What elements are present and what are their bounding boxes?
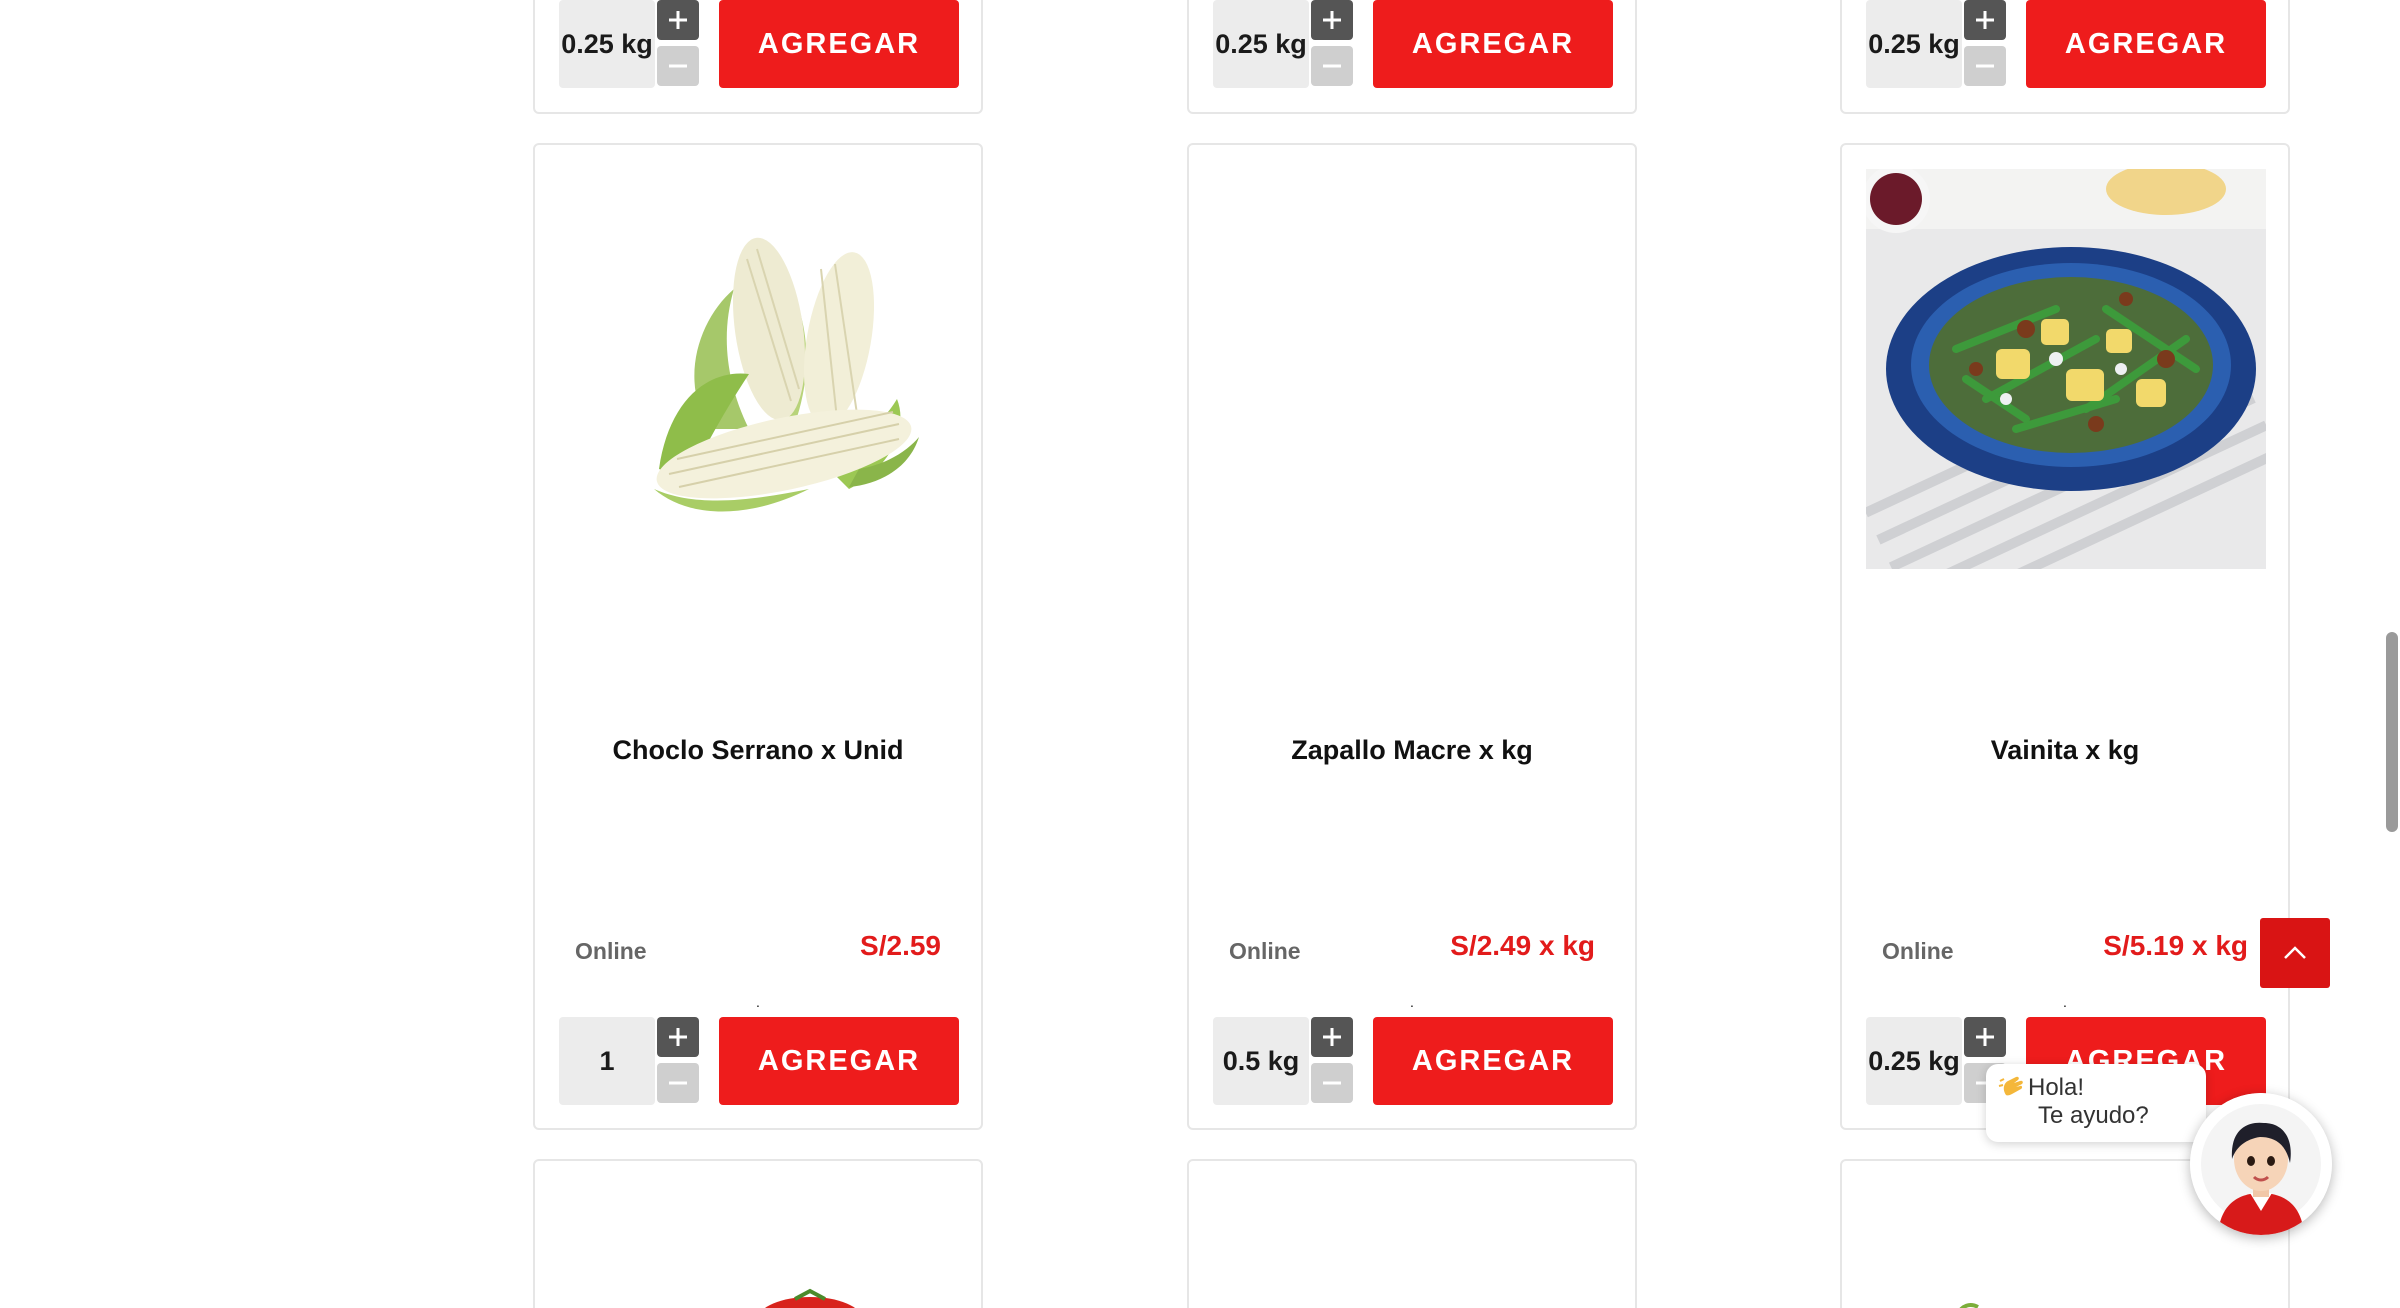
product-name[interactable]: Vainita x kg bbox=[1842, 735, 2288, 766]
assistant-avatar-icon bbox=[2190, 1093, 2332, 1235]
quantity-value[interactable]: 0.25 kg bbox=[1866, 1017, 1962, 1105]
scrollbar-thumb[interactable] bbox=[2386, 632, 2398, 832]
assistant-avatar[interactable] bbox=[2190, 1093, 2332, 1235]
chevron-up-icon bbox=[2284, 946, 2306, 959]
increment-button[interactable] bbox=[1311, 1017, 1353, 1057]
corn-image bbox=[654, 237, 919, 512]
product-card: Vainita x kg Online S/5.19 x kg . 0.25 k… bbox=[1840, 143, 2290, 1130]
quantity-value[interactable]: 0.25 kg bbox=[1213, 0, 1309, 88]
increment-button[interactable] bbox=[1964, 1017, 2006, 1057]
product-card: 0.25 kg AGREGAR bbox=[1840, 0, 2290, 114]
product-price: S/2.59 bbox=[860, 930, 941, 961]
chat-line-2: Te ayudo? bbox=[2038, 1102, 2149, 1129]
quantity-stepper: 0.25 kg AGREGAR bbox=[559, 0, 959, 88]
minus-icon bbox=[669, 1081, 687, 1085]
quantity-value[interactable]: 0.25 kg bbox=[559, 0, 655, 88]
price-row: Online S/2.49 x kg bbox=[1229, 930, 1595, 970]
product-name[interactable]: Zapallo Macre x kg bbox=[1189, 735, 1635, 766]
decrement-button[interactable] bbox=[657, 1063, 699, 1103]
minus-icon bbox=[1976, 64, 1994, 68]
minus-icon bbox=[669, 64, 687, 68]
plus-icon bbox=[669, 1028, 687, 1046]
quantity-stepper: 0.5 kg AGREGAR bbox=[1213, 1017, 1613, 1105]
plus-icon bbox=[1323, 11, 1341, 29]
minus-icon bbox=[1323, 1081, 1341, 1085]
availability-label: Online bbox=[1882, 938, 1954, 964]
product-price: S/2.49 x kg bbox=[1450, 930, 1595, 961]
decrement-button[interactable] bbox=[1964, 46, 2006, 86]
quantity-stepper: 1 AGREGAR bbox=[559, 1017, 959, 1105]
green-bean-salad-image bbox=[1862, 163, 2282, 627]
product-card: Choclo Serrano x Unid Online S/2.59 . 1 … bbox=[533, 143, 983, 1130]
quantity-stepper: 0.25 kg AGREGAR bbox=[1213, 0, 1613, 88]
minus-icon bbox=[1323, 64, 1341, 68]
chat-line-1: Hola! bbox=[2028, 1074, 2085, 1101]
increment-button[interactable] bbox=[1311, 0, 1353, 40]
product-card bbox=[533, 1159, 983, 1308]
increment-button[interactable] bbox=[657, 1017, 699, 1057]
plus-icon bbox=[1323, 1028, 1341, 1046]
product-image[interactable] bbox=[1862, 163, 2282, 627]
availability-label: Online bbox=[1229, 938, 1301, 964]
quantity-value[interactable]: 0.5 kg bbox=[1213, 1017, 1309, 1105]
product-price: S/5.19 x kg bbox=[2103, 930, 2248, 961]
product-image[interactable] bbox=[1213, 169, 1613, 569]
product-dot: . bbox=[1410, 994, 1414, 1010]
availability-label: Online bbox=[575, 938, 647, 964]
plus-icon bbox=[1976, 11, 1994, 29]
product-card bbox=[1187, 1159, 1637, 1308]
product-card: 0.25 kg AGREGAR bbox=[533, 0, 983, 114]
product-image[interactable] bbox=[559, 169, 959, 569]
product-image[interactable] bbox=[755, 1281, 865, 1308]
product-card: Zapallo Macre x kg Online S/2.49 x kg . … bbox=[1187, 143, 1637, 1130]
waving-hand-icon bbox=[1998, 1076, 2023, 1096]
add-to-cart-button[interactable]: AGREGAR bbox=[2026, 0, 2266, 88]
product-dot: . bbox=[756, 994, 760, 1010]
decrement-button[interactable] bbox=[657, 46, 699, 86]
add-to-cart-button[interactable]: AGREGAR bbox=[719, 0, 959, 88]
price-row: Online S/2.59 bbox=[575, 930, 941, 970]
chat-greeting-bubble[interactable]: Hola! Te ayudo? bbox=[1986, 1064, 2206, 1142]
add-to-cart-button[interactable]: AGREGAR bbox=[1373, 1017, 1613, 1105]
quantity-value[interactable]: 1 bbox=[559, 1017, 655, 1105]
add-to-cart-button[interactable]: AGREGAR bbox=[1373, 0, 1613, 88]
quantity-value[interactable]: 0.25 kg bbox=[1866, 0, 1962, 88]
decrement-button[interactable] bbox=[1311, 1063, 1353, 1103]
increment-button[interactable] bbox=[1964, 0, 2006, 40]
plus-icon bbox=[669, 11, 687, 29]
product-dot: . bbox=[2063, 994, 2067, 1010]
plus-icon bbox=[1976, 1028, 1994, 1046]
add-to-cart-button[interactable]: AGREGAR bbox=[719, 1017, 959, 1105]
back-to-top-button[interactable] bbox=[2260, 918, 2330, 988]
price-row: Online S/5.19 x kg bbox=[1882, 930, 2248, 970]
product-card: 0.25 kg AGREGAR bbox=[1187, 0, 1637, 114]
product-name[interactable]: Choclo Serrano x Unid bbox=[535, 735, 981, 766]
quantity-stepper: 0.25 kg AGREGAR bbox=[1866, 0, 2266, 88]
product-image[interactable] bbox=[1952, 1297, 1982, 1308]
increment-button[interactable] bbox=[657, 0, 699, 40]
decrement-button[interactable] bbox=[1311, 46, 1353, 86]
